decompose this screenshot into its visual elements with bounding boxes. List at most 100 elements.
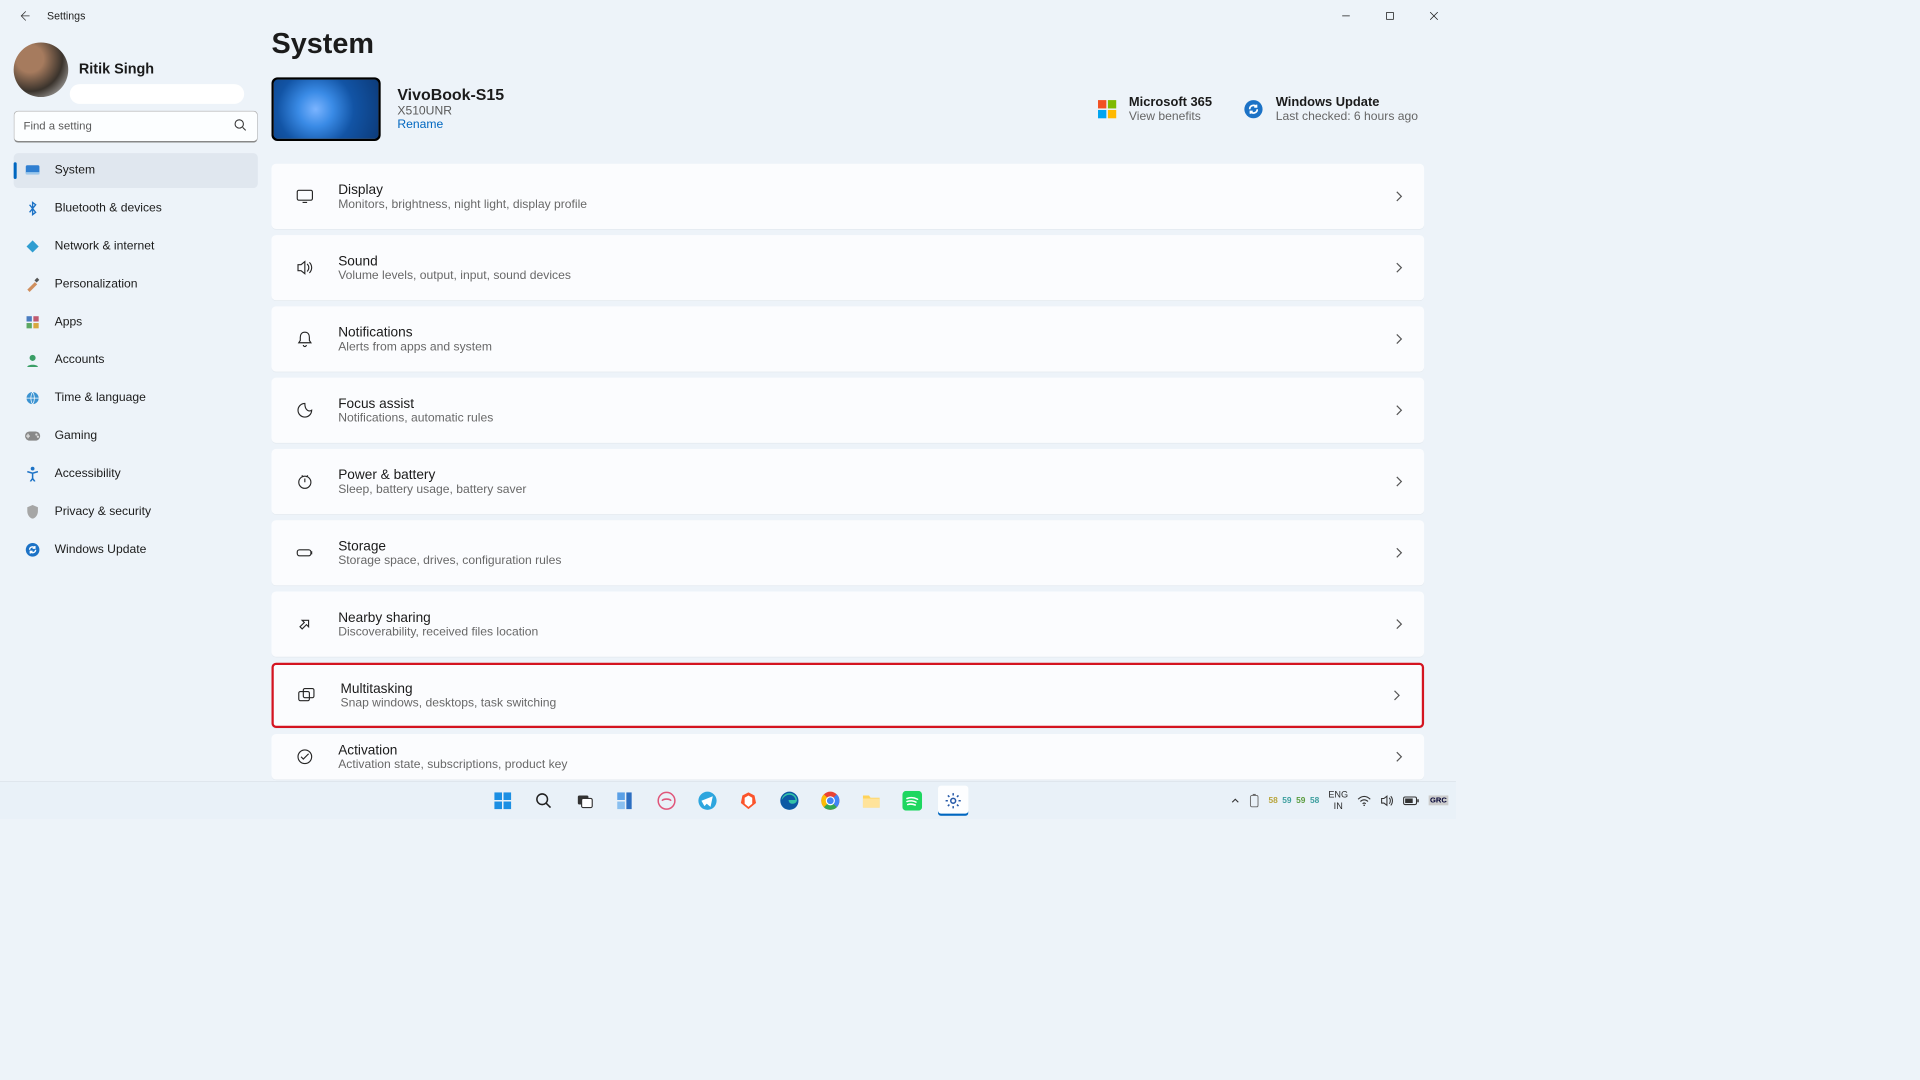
- taskbar-brave[interactable]: [733, 785, 763, 815]
- nearby-sharing-icon: [293, 615, 317, 633]
- sidebar-item-accounts[interactable]: Accounts: [14, 343, 258, 378]
- card-subtitle: Sleep, battery usage, battery saver: [338, 483, 526, 497]
- close-button[interactable]: [1412, 0, 1456, 32]
- taskbar-edge[interactable]: [774, 785, 804, 815]
- minimize-button[interactable]: [1324, 0, 1368, 32]
- card-title: Multitasking: [340, 681, 556, 697]
- chevron-right-icon: [1393, 689, 1401, 701]
- sidebar-item-label: Network & internet: [55, 240, 155, 254]
- taskbar-taskview[interactable]: [569, 785, 599, 815]
- 👤-icon: [24, 352, 41, 369]
- taskbar-telegram[interactable]: [692, 785, 722, 815]
- close-icon: [1429, 11, 1438, 20]
- power-battery-icon: [293, 472, 317, 490]
- window-title: Settings: [47, 10, 85, 22]
- language-indicator[interactable]: ENG IN: [1328, 789, 1348, 812]
- tray-chevron-icon[interactable]: [1231, 796, 1240, 805]
- sidebar-item-accessibility[interactable]: Accessibility: [14, 456, 258, 491]
- arrow-left-icon: [18, 10, 30, 22]
- chevron-right-icon: [1395, 262, 1403, 274]
- 🎮-icon: [24, 428, 41, 445]
- taskbar-explorer[interactable]: [856, 785, 886, 815]
- sidebar-item-privacy-security[interactable]: Privacy & security: [14, 494, 258, 529]
- taskbar-widgets[interactable]: [610, 785, 640, 815]
- sidebar-item-time-language[interactable]: Time & language: [14, 381, 258, 416]
- sidebar-item-windows-update[interactable]: Windows Update: [14, 532, 258, 567]
- chevron-right-icon: [1395, 404, 1403, 416]
- taskbar-app-1[interactable]: [651, 785, 681, 815]
- card-title: Activation: [338, 742, 567, 758]
- multitasking-icon: [295, 687, 319, 704]
- taskbar-settings[interactable]: [938, 785, 968, 815]
- chevron-right-icon: [1395, 333, 1403, 345]
- 🌐-icon: [24, 390, 41, 407]
- system-display[interactable]: DisplayMonitors, brightness, night light…: [271, 164, 1424, 229]
- card-title: Sound: [338, 253, 571, 269]
- bt-icon: [24, 200, 41, 217]
- tray-app-label: GRC: [1428, 795, 1448, 805]
- notifications-icon: [293, 330, 317, 348]
- battery-tray-icon: [1249, 793, 1260, 808]
- maximize-icon: [1385, 11, 1394, 20]
- card-title: Storage: [338, 538, 561, 554]
- sidebar-item-network-internet[interactable]: Network & internet: [14, 229, 258, 264]
- windows-update-card[interactable]: Windows Update Last checked: 6 hours ago: [1242, 95, 1418, 124]
- sidebar-item-apps[interactable]: Apps: [14, 305, 258, 340]
- card-subtitle: Discoverability, received files location: [338, 625, 538, 639]
- system-sound[interactable]: SoundVolume levels, output, input, sound…: [271, 235, 1424, 300]
- sidebar-item-system[interactable]: System: [14, 153, 258, 188]
- sidebar-item-label: Accounts: [55, 353, 105, 367]
- card-subtitle: Activation state, subscriptions, product…: [338, 758, 567, 772]
- battery-icon[interactable]: [1403, 795, 1420, 806]
- acc-icon: [24, 466, 41, 483]
- card-subtitle: Volume levels, output, input, sound devi…: [338, 269, 571, 283]
- avatar[interactable]: [14, 42, 69, 97]
- system-power-battery[interactable]: Power & batterySleep, battery usage, bat…: [271, 449, 1424, 514]
- chevron-right-icon: [1395, 547, 1403, 559]
- rename-link[interactable]: Rename: [397, 118, 1078, 132]
- microsoft-logo-icon: [1096, 98, 1119, 121]
- chevron-right-icon: [1395, 618, 1403, 630]
- taskbar-search[interactable]: [529, 785, 559, 815]
- sidebar-item-label: Windows Update: [55, 543, 147, 557]
- m365-title: Microsoft 365: [1129, 95, 1212, 110]
- wu-title: Windows Update: [1276, 95, 1418, 110]
- sidebar-item-bluetooth-devices[interactable]: Bluetooth & devices: [14, 191, 258, 226]
- 🖌️-icon: [24, 276, 41, 293]
- sidebar-item-label: Gaming: [55, 429, 97, 443]
- system-focus-assist[interactable]: Focus assistNotifications, automatic rul…: [271, 378, 1424, 443]
- sound-icon: [293, 259, 317, 276]
- system-storage[interactable]: StorageStorage space, drives, configurat…: [271, 520, 1424, 585]
- system-multitasking[interactable]: MultitaskingSnap windows, desktops, task…: [271, 663, 1424, 728]
- card-title: Power & battery: [338, 467, 526, 483]
- sidebar-item-label: Accessibility: [55, 467, 121, 481]
- maximize-button[interactable]: [1368, 0, 1412, 32]
- wifi-icon[interactable]: [1357, 795, 1371, 806]
- microsoft-365-card[interactable]: Microsoft 365 View benefits: [1096, 95, 1212, 124]
- 🔄-icon: [24, 541, 41, 558]
- sidebar-item-label: Privacy & security: [55, 505, 151, 519]
- system-notifications[interactable]: NotificationsAlerts from apps and system: [271, 306, 1424, 371]
- apps-icon: [24, 314, 41, 331]
- taskbar-spotify[interactable]: [897, 785, 927, 815]
- search-icon: [234, 118, 248, 132]
- m365-sub: View benefits: [1129, 110, 1212, 124]
- chevron-right-icon: [1395, 475, 1403, 487]
- chevron-right-icon: [1395, 751, 1403, 763]
- sidebar-item-label: Time & language: [55, 391, 146, 405]
- cpu-meter: 58 59 59 58: [1268, 796, 1319, 805]
- search-input[interactable]: [14, 111, 258, 143]
- card-subtitle: Notifications, automatic rules: [338, 411, 493, 425]
- activation-icon: [293, 748, 317, 766]
- back-button[interactable]: [14, 5, 35, 26]
- 🛡️-icon: [24, 504, 41, 521]
- system-nearby-sharing[interactable]: Nearby sharingDiscoverability, received …: [271, 591, 1424, 656]
- taskbar-chrome[interactable]: [815, 785, 845, 815]
- volume-icon[interactable]: [1380, 794, 1394, 806]
- sidebar-item-personalization[interactable]: Personalization: [14, 267, 258, 302]
- device-thumbnail[interactable]: [271, 77, 380, 141]
- sidebar-item-gaming[interactable]: Gaming: [14, 419, 258, 454]
- taskbar-start[interactable]: [488, 785, 518, 815]
- system-activation[interactable]: ActivationActivation state, subscription…: [271, 734, 1424, 779]
- sidebar-item-label: Personalization: [55, 278, 138, 292]
